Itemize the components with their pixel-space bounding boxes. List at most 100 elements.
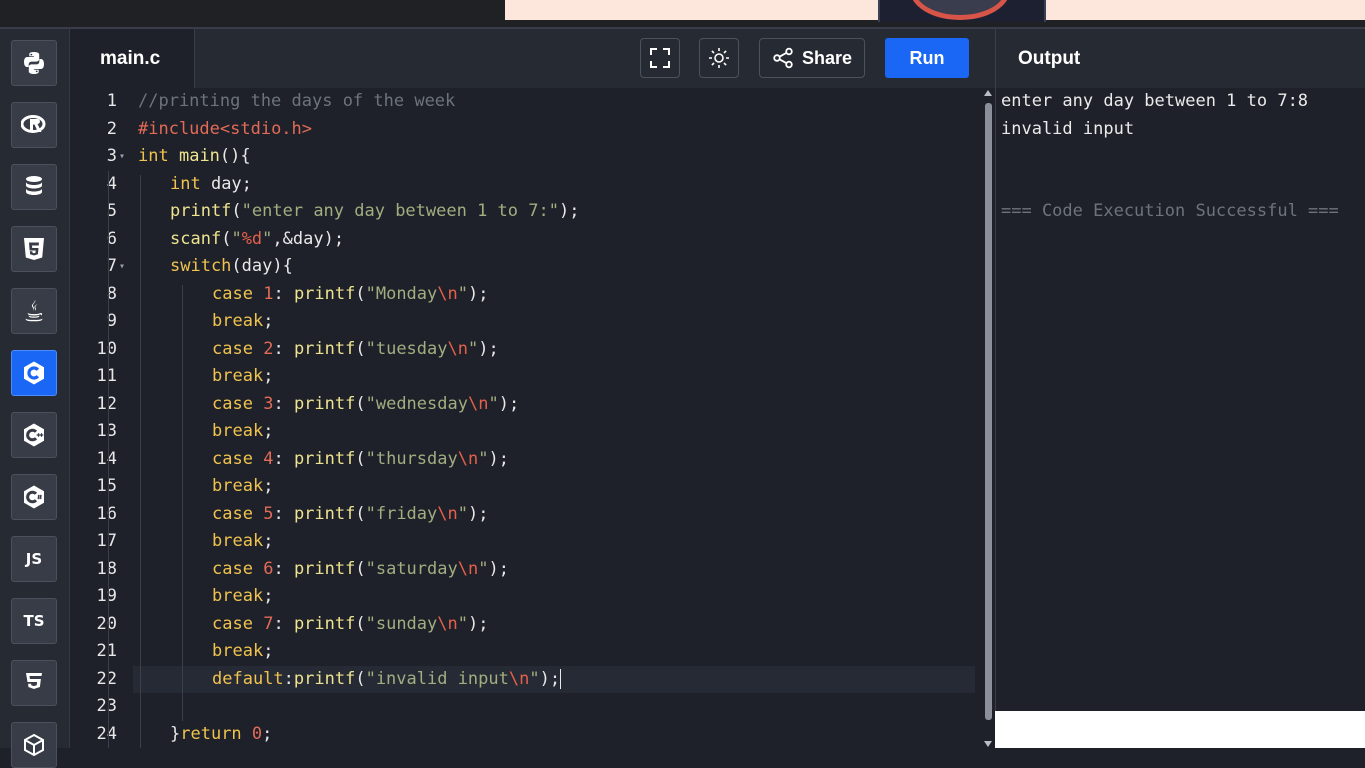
fullscreen-icon [650,48,670,68]
csharp-icon [21,484,47,510]
sidebar-item-html[interactable] [11,226,57,272]
fold-arrow-icon[interactable]: ▾ [119,143,125,171]
tab-main-c[interactable]: main.c [70,29,195,89]
line-number: 11 [96,366,117,386]
line-number: 10 [96,338,117,359]
code-line[interactable]: 3 ▾ int main(){ [70,143,980,171]
code-line[interactable]: 13 break; [70,418,980,446]
code-line[interactable]: 14 case 4: printf("thursday\n"); [70,446,980,474]
code-line[interactable]: 6 scanf("%d",&day); [70,226,980,254]
code-line[interactable]: 20 case 7: printf("sunday\n"); [70,611,980,639]
html5-icon [21,236,47,262]
code-line[interactable]: 23 [70,693,980,721]
line-number: 9 [106,311,117,331]
code-line[interactable]: 15 break; [70,473,980,501]
sidebar-item-r[interactable] [11,102,57,148]
tab-filename: main.c [100,48,161,69]
editor-scrollbar[interactable] [985,103,992,720]
code-text: scanf("%d",&day); [170,228,345,249]
sidebar-item-typescript[interactable]: TS [11,598,57,644]
sidebar-item-sql[interactable] [11,164,57,210]
sidebar-item-more[interactable] [11,722,57,768]
code-line[interactable]: 2 #include<stdio.h> [70,116,980,144]
line-number: 24 [96,723,117,744]
python-icon [21,50,47,76]
output-footer [995,711,1365,748]
fullscreen-button[interactable] [640,38,680,78]
share-button[interactable]: Share [759,38,865,78]
sidebar-item-css[interactable] [11,660,57,706]
code-line[interactable]: 5 printf("enter any day between 1 to 7:")… [70,198,980,226]
execution-status: === Code Execution Successful === [1001,201,1339,221]
line-number: 1 [106,91,117,111]
code-text: #include<stdio.h> [138,118,313,139]
line-number: 14 [96,448,117,469]
sidebar-item-python[interactable] [11,40,57,86]
theme-toggle-button[interactable] [699,38,739,78]
code-line[interactable]: 24}return 0; [70,721,980,749]
code-line[interactable]: 19 break; [70,583,980,611]
line-number: 23 [96,696,117,716]
code-line[interactable]: 9 break; [70,308,980,336]
output-line: invalid input [1001,118,1135,139]
indent-guide [182,284,183,721]
code-line[interactable]: 7 ▾ switch(day){ [70,253,980,281]
code-text: case 2: printf("tuesday\n"); [212,338,499,359]
cube-icon [21,732,47,758]
code-text: printf("enter any day between 1 to 7:"); [170,201,580,221]
share-icon [773,47,793,69]
code-line[interactable]: 21 break; [70,638,980,666]
code-line[interactable]: 18 case 6: printf("saturday\n"); [70,556,980,584]
code-line[interactable]: 8 case 1: printf("Monday\n"); [70,281,980,309]
database-icon [21,174,47,200]
line-number: 18 [96,558,117,579]
sidebar-item-label: JS [25,550,43,568]
code-line[interactable]: 22 default:printf("invalid input\n"); [70,665,980,693]
output-line: enter any day between 1 to 7:8 [1001,91,1309,111]
code-line[interactable]: 1 //printing the days of the week [70,88,980,116]
code-text: case 3: printf("wednesday\n"); [212,393,520,414]
code-text: break; [212,531,274,551]
line-number: 7 [106,256,117,276]
sidebar-item-javascript[interactable]: JS [11,536,57,582]
r-icon [21,112,47,138]
code-text: break; [212,366,274,386]
cpp-icon [21,422,47,448]
sun-icon [709,48,729,68]
line-number: 6 [106,228,117,249]
share-label: Share [801,47,853,68]
line-number: 20 [96,613,117,634]
java-icon [21,298,47,324]
code-line[interactable]: 16 case 5: printf("friday\n"); [70,501,980,529]
code-text: case 4: printf("thursday\n"); [212,448,509,469]
line-number: 8 [106,283,117,304]
line-number: 2 [106,118,117,139]
sidebar-item-java[interactable] [11,288,57,334]
code-line[interactable]: 4 int day; [70,171,980,199]
code-text: switch(day){ [170,256,293,276]
fold-arrow-icon[interactable]: ▾ [119,253,125,281]
output-title: Output [1018,47,1081,69]
code-line[interactable]: 10 case 2: printf("tuesday\n"); [70,336,980,364]
code-text: case 5: printf("friday\n"); [212,503,489,524]
line-number: 13 [96,421,117,441]
code-editor[interactable]: 1 //printing the days of the week 2 #includ… [70,88,995,748]
code-text: int main(){ [138,146,251,166]
sidebar-item-csharp[interactable] [11,474,57,520]
line-number: 12 [96,393,117,414]
code-text: //printing the days of the week [138,91,456,111]
code-text: break; [212,421,274,441]
run-button[interactable]: Run [885,38,969,78]
code-text: break; [212,586,274,606]
code-line[interactable]: 12 case 3: printf("wednesday\n"); [70,391,980,419]
top-thumbnail [878,0,1046,22]
code-line[interactable]: 17 break; [70,528,980,556]
sidebar-item-c[interactable] [11,350,57,396]
scroll-up-arrow[interactable] [984,90,992,96]
sidebar-item-cpp[interactable] [11,412,57,458]
line-number: 16 [96,503,117,524]
code-text: case 1: printf("Monday\n"); [212,283,489,304]
scroll-down-arrow[interactable] [984,741,992,747]
code-line[interactable]: 11 break; [70,363,980,391]
code-text: break; [212,476,274,496]
